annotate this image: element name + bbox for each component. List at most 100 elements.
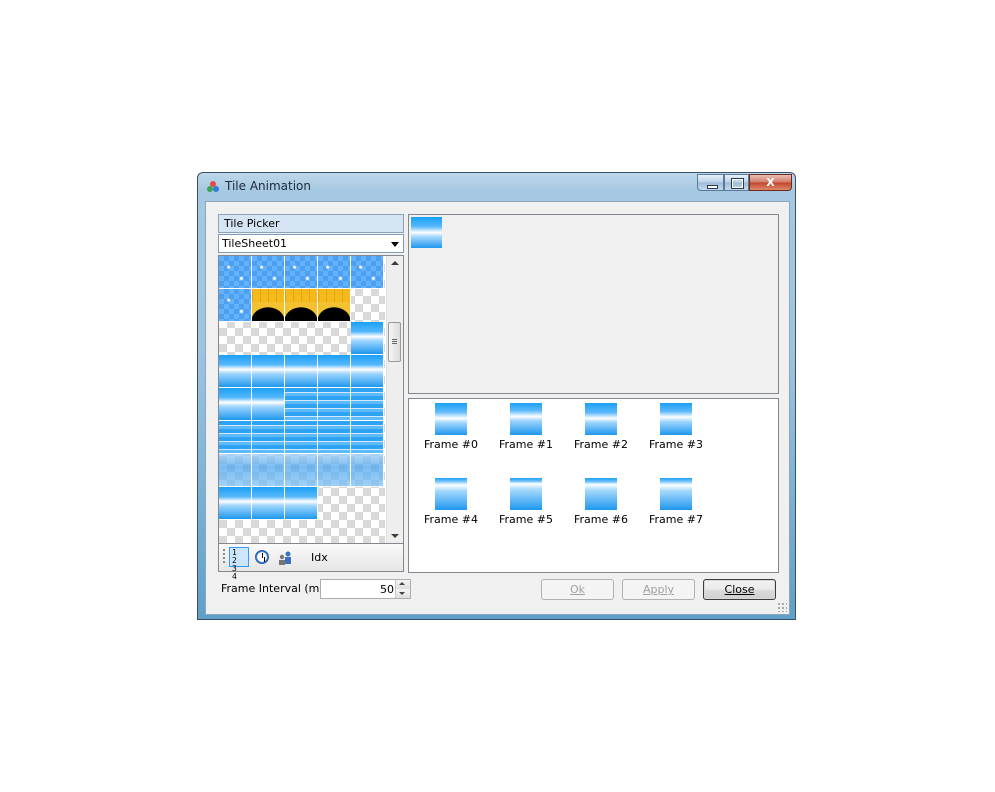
minimize-icon (707, 185, 718, 189)
frame-interval-label: Frame Interval (ms) (221, 582, 330, 595)
apply-button-accesskey: Apply (642, 583, 675, 596)
frame-label: Frame #7 (649, 513, 703, 526)
tile[interactable] (318, 388, 351, 421)
frame-thumbnail (435, 478, 467, 510)
tile[interactable] (252, 355, 285, 388)
tile[interactable] (219, 454, 252, 487)
resize-grip[interactable] (777, 602, 787, 612)
frame-item[interactable]: Frame #7 (641, 476, 711, 526)
tile[interactable] (219, 421, 252, 454)
tile[interactable] (285, 388, 318, 421)
toolbar-grip[interactable] (223, 549, 225, 565)
tile[interactable] (285, 421, 318, 454)
frame-thumbnail (660, 403, 692, 435)
scroll-down-icon[interactable] (391, 534, 399, 538)
tile[interactable] (252, 289, 285, 322)
tile[interactable] (219, 388, 252, 421)
tile[interactable] (351, 256, 384, 289)
tile[interactable] (252, 256, 285, 289)
tilesheet-scrollbar[interactable] (386, 256, 403, 543)
frame-label: Frame #5 (499, 513, 553, 526)
tile[interactable] (285, 355, 318, 388)
tile-grid[interactable] (219, 256, 385, 543)
frame-item[interactable]: Frame #6 (566, 476, 636, 526)
frame-thumbnail (660, 478, 692, 510)
frame-interval-stepper[interactable] (320, 579, 411, 599)
tile[interactable] (252, 388, 285, 421)
tilesheet-view[interactable] (218, 255, 404, 544)
people-icon (279, 551, 291, 565)
tile[interactable] (351, 421, 384, 454)
close-button[interactable]: Close (703, 579, 776, 600)
scroll-up-icon[interactable] (391, 261, 399, 265)
spin-up-icon[interactable] (395, 580, 410, 589)
tile[interactable] (318, 289, 351, 322)
frame-item[interactable]: Frame #5 (491, 476, 561, 526)
frame-item[interactable]: Frame #4 (416, 476, 486, 526)
tile[interactable] (219, 487, 252, 520)
frame-thumbnail (585, 403, 617, 435)
tile[interactable] (351, 322, 384, 355)
spin-down-icon[interactable] (395, 589, 410, 598)
window-title: Tile Animation (225, 179, 312, 193)
scrollbar-thumb[interactable] (388, 322, 401, 362)
frame-label: Frame #1 (499, 438, 553, 451)
tile[interactable] (318, 355, 351, 388)
tile[interactable] (351, 454, 384, 487)
tilesheet-selected-value: TileSheet01 (222, 237, 288, 250)
tile-picker-header: Tile Picker (218, 214, 404, 233)
frame-item[interactable]: Frame #0 (416, 401, 486, 451)
tilesheet-dropdown[interactable]: TileSheet01 (218, 234, 404, 253)
title-bar[interactable]: Tile Animation X (198, 173, 795, 201)
ok-button-accesskey: Ok (569, 583, 586, 596)
minimize-button[interactable] (697, 174, 724, 191)
tile[interactable] (318, 256, 351, 289)
dialog-client-area: Tile Picker TileSheet01 1 2 3 4 Idx Fram… (205, 201, 790, 615)
tile[interactable] (219, 256, 252, 289)
idx-label[interactable]: Idx (311, 551, 328, 564)
tile[interactable] (252, 487, 285, 520)
sort-by-group-button[interactable] (275, 547, 295, 567)
maximize-icon (731, 178, 744, 189)
tile[interactable] (252, 454, 285, 487)
tile[interactable] (318, 454, 351, 487)
close-icon: X (766, 176, 775, 189)
tile[interactable] (285, 289, 318, 322)
tile-picker-toolbar: 1 23 4 Idx (218, 544, 404, 581)
clock-icon (255, 550, 269, 564)
sort-by-number-button[interactable]: 1 23 4 (229, 547, 249, 581)
tile[interactable] (252, 421, 285, 454)
frames-list[interactable]: Frame #0 Frame #1 Frame #2 Frame #3 Frame #4… (408, 398, 779, 573)
tile[interactable] (285, 487, 318, 520)
tile[interactable] (285, 256, 318, 289)
frame-label: Frame #4 (424, 513, 478, 526)
close-button-accesskey: Close (724, 583, 755, 596)
tile[interactable] (351, 388, 384, 421)
tile[interactable] (285, 454, 318, 487)
animation-preview-panel (408, 214, 779, 394)
close-window-button[interactable]: X (749, 174, 792, 191)
tile[interactable] (318, 421, 351, 454)
apply-button[interactable]: Apply (622, 579, 695, 600)
frame-label: Frame #2 (574, 438, 628, 451)
tile[interactable] (219, 289, 252, 322)
frame-thumbnail (510, 478, 542, 510)
numbers-icon: 1 23 4 (232, 548, 238, 581)
ok-button[interactable]: Ok (541, 579, 614, 600)
preview-tile (411, 217, 442, 248)
tile[interactable] (351, 355, 384, 388)
frame-item[interactable]: Frame #1 (491, 401, 561, 451)
tile[interactable] (219, 355, 252, 388)
maximize-button[interactable] (724, 174, 749, 191)
sort-by-time-button[interactable] (252, 547, 272, 567)
frame-thumbnail (435, 403, 467, 435)
frame-label: Frame #0 (424, 438, 478, 451)
frame-item[interactable]: Frame #3 (641, 401, 711, 451)
frame-thumbnail (585, 478, 617, 510)
frame-item[interactable]: Frame #2 (566, 401, 636, 451)
frame-label: Frame #6 (574, 513, 628, 526)
frame-interval-input[interactable] (322, 581, 394, 597)
frame-thumbnail (510, 403, 542, 435)
chevron-down-icon (391, 242, 399, 247)
frame-label: Frame #3 (649, 438, 703, 451)
